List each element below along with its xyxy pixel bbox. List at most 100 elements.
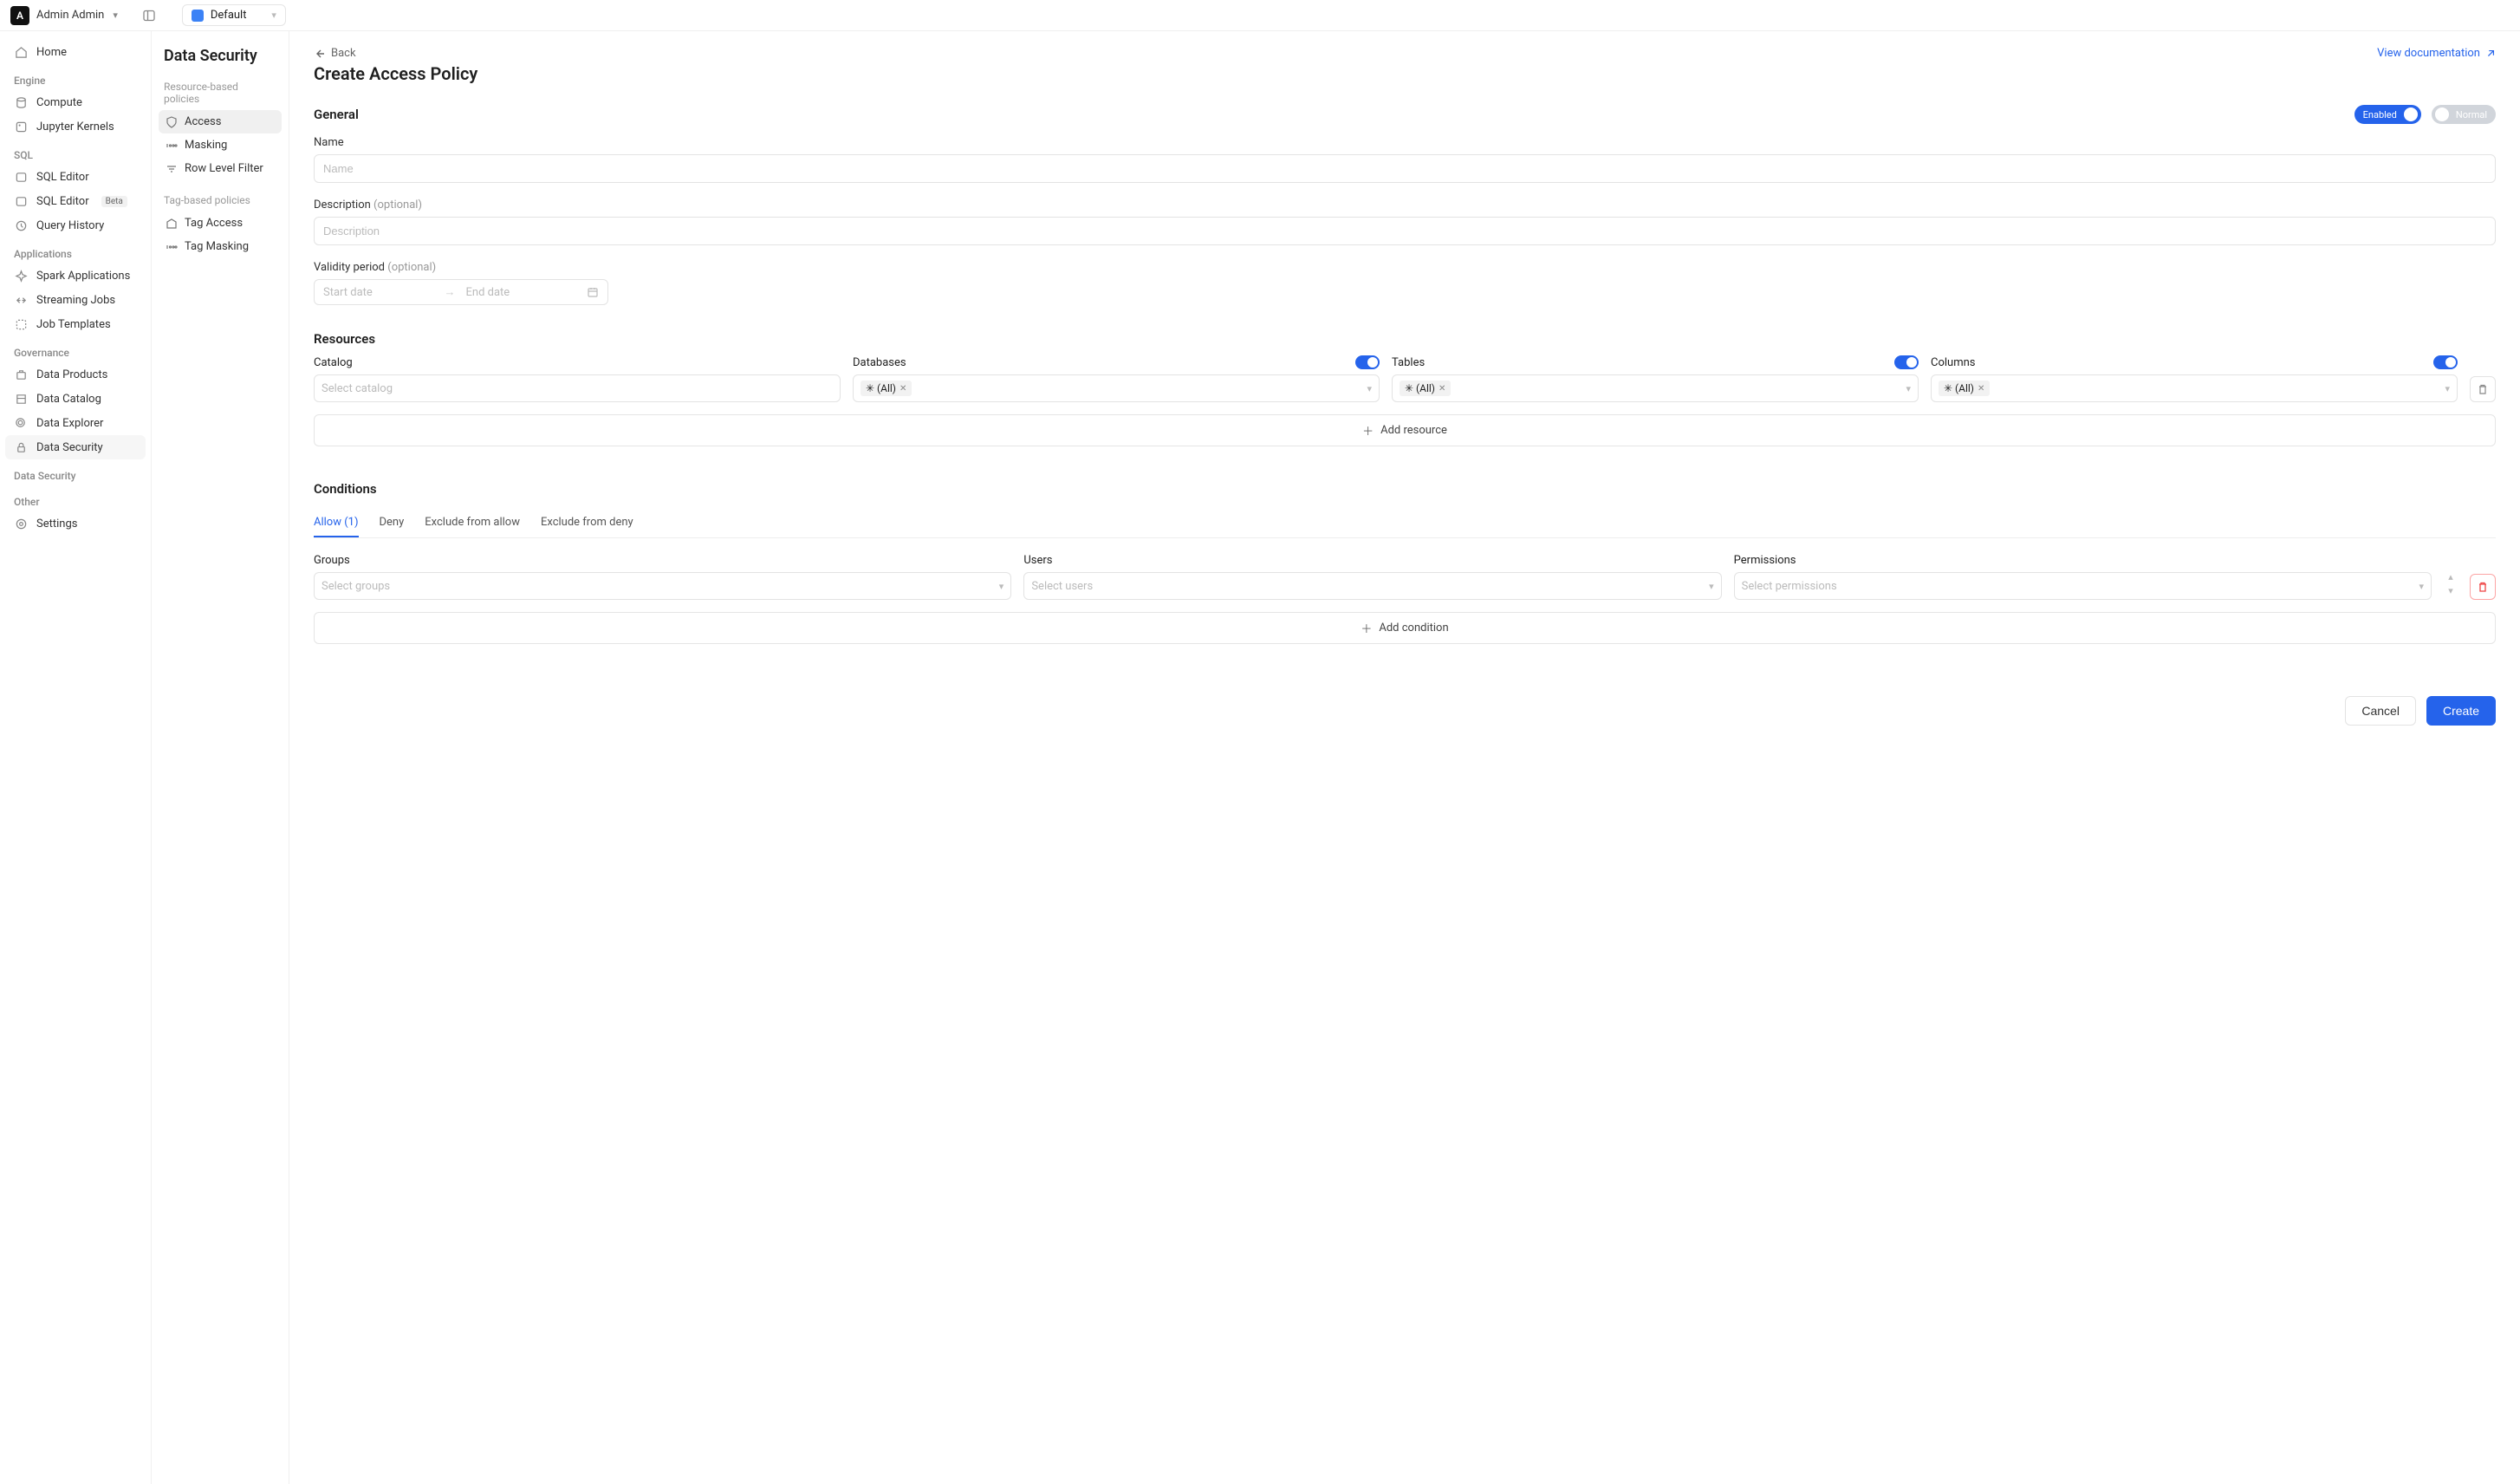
tab-exclude-allow[interactable]: Exclude from allow (425, 509, 520, 537)
nav-streaming[interactable]: Streaming Jobs (5, 288, 146, 312)
nav-sql-editor-beta[interactable]: SQL Editor Beta (5, 189, 146, 213)
history-icon (14, 218, 28, 232)
databases-select[interactable]: ✳ (All)✕ ▾ (853, 374, 1380, 402)
gear-icon (14, 517, 28, 530)
create-button[interactable]: Create (2426, 696, 2496, 726)
validity-label: Validity period (optional) (314, 261, 2496, 274)
nav-sql-editor[interactable]: SQL Editor (5, 165, 146, 189)
columns-select[interactable]: ✳ (All)✕ ▾ (1931, 374, 2458, 402)
nav-spark-apps[interactable]: Spark Applications (5, 264, 146, 288)
nav-job-templates[interactable]: Job Templates (5, 312, 146, 336)
nav-label: Streaming Jobs (36, 294, 115, 307)
sub-title: Data Security (159, 47, 282, 81)
sub-tag-access[interactable]: Tag Access (159, 212, 282, 235)
sidebar-collapse-icon[interactable] (142, 9, 156, 23)
spark-icon (14, 269, 28, 283)
plus-icon: ＋ (1362, 422, 1374, 439)
columns-label: Columns (1931, 356, 1976, 369)
tables-toggle[interactable] (1894, 355, 1919, 369)
workspace-selector[interactable]: Default ▾ (182, 4, 286, 26)
toggle-knob (2435, 107, 2449, 121)
back-button[interactable]: Back (314, 47, 356, 60)
nav-label: Data Security (36, 441, 103, 454)
sub-row-level[interactable]: Row Level Filter (159, 157, 282, 180)
nav-settings[interactable]: Settings (5, 511, 146, 536)
nav-data-security[interactable]: Data Security (5, 435, 146, 459)
databases-toggle[interactable] (1355, 355, 1380, 369)
chevron-down-icon: ▾ (999, 581, 1004, 592)
nav-label: SQL Editor (36, 171, 89, 184)
sub-tag-masking[interactable]: Tag Masking (159, 235, 282, 258)
permissions-label: Permissions (1734, 554, 2432, 567)
sub-label: Tag Access (185, 217, 243, 230)
description-input[interactable] (314, 217, 2496, 245)
enabled-toggle[interactable]: Enabled (2354, 105, 2421, 124)
nav-home[interactable]: Home (5, 40, 146, 64)
compute-icon (14, 95, 28, 109)
tab-deny[interactable]: Deny (380, 509, 405, 537)
databases-label: Databases (853, 356, 906, 369)
remove-tag-icon[interactable]: ✕ (1978, 384, 1984, 394)
nav-group-apps: Applications (5, 238, 146, 264)
chevron-down-icon: ▾ (1906, 383, 1911, 394)
normal-toggle[interactable]: Normal (2432, 105, 2496, 124)
sub-access[interactable]: Access (159, 110, 282, 133)
validity-range-picker[interactable]: Start date → End date (314, 279, 608, 305)
add-resource-button[interactable]: ＋ Add resource (314, 414, 2496, 446)
move-down-button[interactable]: ▾ (2444, 584, 2458, 596)
tag-text: ✳ (All) (1405, 382, 1435, 394)
add-resource-label: Add resource (1380, 424, 1447, 437)
tag-text: ✳ (All) (866, 382, 896, 394)
tables-select[interactable]: ✳ (All) ✕ ▾ (1392, 374, 1919, 402)
tab-allow[interactable]: Allow (1) (314, 509, 359, 537)
nav-data-explorer[interactable]: Data Explorer (5, 411, 146, 435)
name-input[interactable] (314, 154, 2496, 183)
groups-select[interactable]: Select groups ▾ (314, 572, 1011, 600)
streaming-icon (14, 293, 28, 307)
nav-label: Query History (36, 219, 104, 232)
nav-data-catalog[interactable]: Data Catalog (5, 387, 146, 411)
nav-label: Data Catalog (36, 393, 101, 406)
delete-resource-button[interactable] (2470, 376, 2496, 402)
sql-icon (14, 170, 28, 184)
nav-query-history[interactable]: Query History (5, 213, 146, 238)
sub-masking[interactable]: Masking (159, 133, 282, 157)
add-condition-button[interactable]: ＋ Add condition (314, 612, 2496, 644)
topbar: A Admin Admin ▾ Default ▾ (0, 0, 2520, 31)
sub-label: Masking (185, 139, 227, 152)
tab-exclude-deny[interactable]: Exclude from deny (541, 509, 633, 537)
nav-data-products[interactable]: Data Products (5, 362, 146, 387)
delete-condition-button[interactable] (2470, 574, 2496, 600)
sql-icon (14, 194, 28, 208)
nav-jupyter[interactable]: Jupyter Kernels (5, 114, 146, 139)
reorder-controls: ▴ ▾ (2444, 570, 2458, 596)
columns-toggle[interactable] (2433, 355, 2458, 369)
remove-tag-icon[interactable]: ✕ (900, 384, 906, 394)
remove-tag-icon[interactable]: ✕ (1439, 384, 1445, 394)
back-label: Back (331, 47, 356, 60)
toggle-knob (1367, 357, 1378, 368)
template-icon (14, 317, 28, 331)
nav-group-data-security: Data Security (5, 459, 146, 485)
all-tag: ✳ (All) ✕ (861, 381, 912, 396)
chevron-down-icon: ▾ (271, 10, 276, 21)
catalog-select[interactable]: Select catalog (314, 374, 841, 402)
move-up-button[interactable]: ▴ (2444, 570, 2458, 583)
conditions-tabs: Allow (1) Deny Exclude from allow Exclud… (314, 509, 2496, 538)
nav-group-engine: Engine (5, 64, 146, 90)
jupyter-icon (14, 120, 28, 133)
user-menu[interactable]: A Admin Admin ▾ (10, 6, 156, 25)
users-select[interactable]: Select users ▾ (1023, 572, 1721, 600)
security-icon (14, 440, 28, 454)
nav-label: SQL Editor (36, 195, 89, 208)
sub-label: Row Level Filter (185, 162, 263, 175)
view-doc-link[interactable]: View documentation (2377, 47, 2496, 60)
permissions-select[interactable]: Select permissions ▾ (1734, 572, 2432, 600)
nav-label: Data Products (36, 368, 107, 381)
tables-label: Tables (1392, 356, 1425, 369)
nav-compute[interactable]: Compute (5, 90, 146, 114)
page-title: Create Access Policy (314, 63, 2496, 84)
workspace-name: Default (211, 9, 264, 22)
shield-icon (166, 116, 178, 128)
cancel-button[interactable]: Cancel (2345, 696, 2416, 726)
